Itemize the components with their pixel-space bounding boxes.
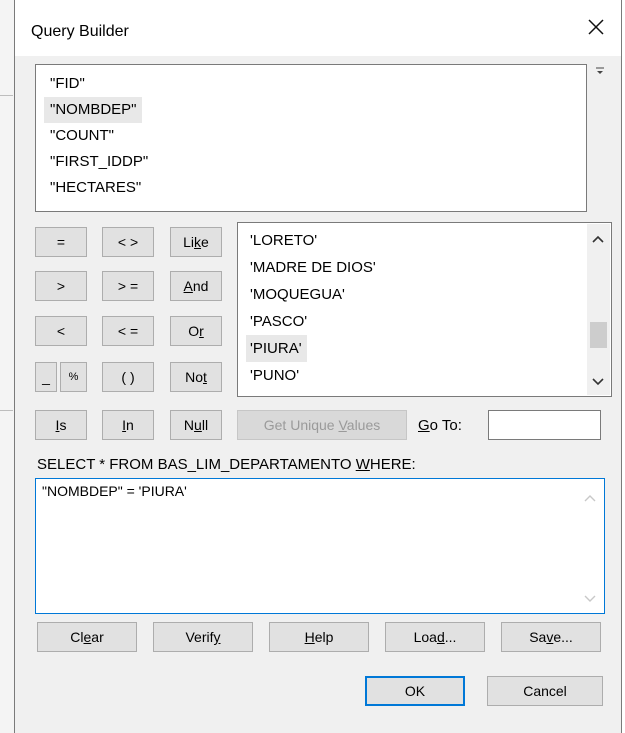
field-item-selected[interactable]: "NOMBDEP" — [44, 97, 142, 123]
value-item-selected[interactable]: 'PIURA' — [246, 335, 307, 362]
load-button[interactable]: Load... — [385, 622, 485, 652]
dialog-title: Query Builder — [31, 23, 129, 40]
expression-text: "NOMBDEP" = 'PIURA' — [42, 483, 187, 499]
help-button[interactable]: Help — [269, 622, 369, 652]
is-button[interactable]: Is — [35, 410, 87, 440]
expression-textbox[interactable]: "NOMBDEP" = 'PIURA' — [35, 478, 605, 614]
goto-input[interactable] — [488, 410, 601, 440]
less-equal-button[interactable]: < = — [102, 316, 154, 346]
unique-values-list[interactable]: 'LORETO' 'MADRE DE DIOS' 'MOQUEGUA' 'PAS… — [237, 222, 612, 397]
parentheses-button[interactable]: ( ) — [102, 362, 154, 392]
scrollbar-thumb[interactable] — [590, 322, 607, 348]
and-button[interactable]: And — [170, 271, 222, 301]
not-equal-button[interactable]: < > — [102, 227, 154, 257]
value-item[interactable]: 'MOQUEGUA' — [246, 281, 350, 308]
equals-button[interactable]: = — [35, 227, 87, 257]
underscore-button[interactable]: _ — [35, 362, 57, 392]
field-list[interactable]: "FID" "NOMBDEP" "COUNT" "FIRST_IDDP" "HE… — [35, 64, 587, 212]
greater-equal-button[interactable]: > = — [102, 271, 154, 301]
background-divider — [0, 95, 13, 96]
cancel-button[interactable]: Cancel — [487, 676, 603, 706]
scroll-down-icon — [584, 595, 596, 602]
field-item[interactable]: "FID" — [44, 71, 90, 97]
value-item[interactable]: 'LORETO' — [246, 227, 322, 254]
get-unique-values-button[interactable]: Get Unique Values — [237, 410, 407, 440]
title-bar: Query Builder — [15, 0, 621, 56]
field-item[interactable]: "HECTARES" — [44, 175, 146, 201]
clear-button[interactable]: Clear — [37, 622, 137, 652]
background-window-edge — [0, 0, 14, 733]
or-button[interactable]: Or — [170, 316, 222, 346]
greater-button[interactable]: > — [35, 271, 87, 301]
goto-label: Go To: — [418, 417, 462, 434]
list-options-icon[interactable] — [595, 66, 605, 76]
scroll-down-icon[interactable] — [592, 378, 604, 386]
null-button[interactable]: Null — [170, 410, 222, 440]
field-item[interactable]: "COUNT" — [44, 123, 119, 149]
value-item[interactable]: 'PASCO' — [246, 308, 312, 335]
field-item[interactable]: "FIRST_IDDP" — [44, 149, 153, 175]
scroll-up-icon — [584, 495, 596, 502]
background-divider — [0, 410, 13, 411]
sql-prefix-label: SELECT * FROM BAS_LIM_DEPARTAMENTO WHERE… — [37, 456, 416, 473]
value-item[interactable]: 'MADRE DE DIOS' — [246, 254, 381, 281]
ok-button[interactable]: OK — [365, 676, 465, 706]
scroll-up-icon[interactable] — [592, 235, 604, 243]
not-button[interactable]: Not — [170, 362, 222, 392]
like-button[interactable]: Like — [170, 227, 222, 257]
verify-button[interactable]: Verify — [153, 622, 253, 652]
in-button[interactable]: In — [102, 410, 154, 440]
query-builder-dialog: Query Builder "FID" "NOMBDEP" "COUNT" "F… — [14, 0, 622, 733]
close-icon[interactable] — [585, 16, 607, 38]
percent-button[interactable]: % — [60, 362, 87, 392]
value-item[interactable]: 'PUNO' — [246, 362, 304, 389]
values-scrollbar[interactable] — [587, 224, 610, 395]
less-button[interactable]: < — [35, 316, 87, 346]
save-button[interactable]: Save... — [501, 622, 601, 652]
